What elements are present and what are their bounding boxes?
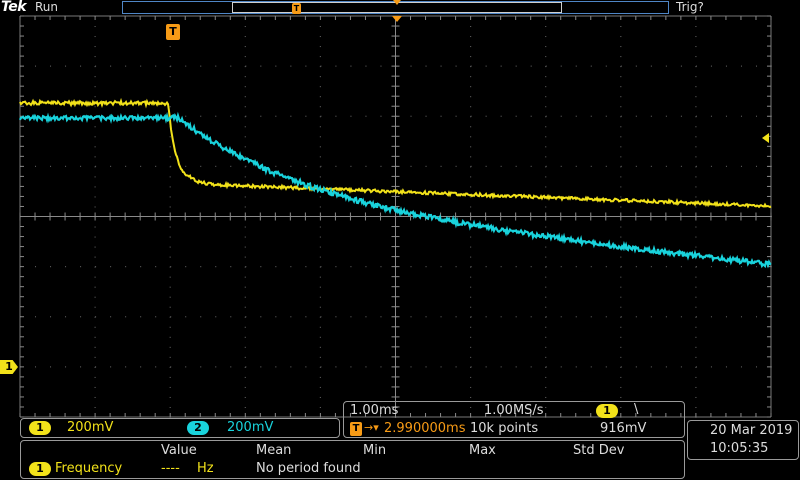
measurement-header-min: Min: [363, 443, 386, 458]
ch2-scale[interactable]: 200mV: [227, 420, 273, 435]
horizontal-trigger-panel[interactable]: 1.00ms 1.00MS/s 1 \ T →▾ 2.990000ms 10k …: [343, 401, 685, 438]
measurement-value: ----: [161, 461, 180, 476]
sample-rate: 1.00MS/s: [484, 403, 544, 418]
time: 10:05:35: [710, 441, 768, 456]
delay-arrow-icon: →▾: [364, 421, 379, 434]
measurement-header-mean: Mean: [256, 443, 291, 458]
measurement-header-value: Value: [161, 443, 197, 458]
trigger-source-badge[interactable]: 1: [596, 404, 618, 418]
horizontal-delay[interactable]: 2.990000ms: [384, 421, 465, 436]
trigger-slope-icon[interactable]: \: [634, 402, 638, 417]
measurement-panel[interactable]: Value Mean Min Max Std Dev 1 Frequency -…: [20, 440, 685, 479]
measurement-unit: Hz: [197, 461, 214, 476]
graticule: [20, 16, 772, 418]
trigger-position-icon[interactable]: T: [166, 24, 180, 40]
ch1-scale[interactable]: 200mV: [67, 420, 113, 435]
trigger-level-icon[interactable]: [762, 133, 769, 143]
ch2-badge[interactable]: 2: [187, 421, 209, 435]
measurement-name[interactable]: Frequency: [55, 461, 122, 476]
channel-scale-panel[interactable]: 1 200mV 2 200mV: [20, 418, 340, 438]
time-per-division[interactable]: 1.00ms: [350, 403, 398, 418]
date: 20 Mar 2019: [710, 423, 792, 438]
measurement-source-badge[interactable]: 1: [29, 462, 51, 476]
ch1-badge[interactable]: 1: [29, 421, 51, 435]
measurement-header-std-dev: Std Dev: [573, 443, 624, 458]
trigger-level[interactable]: 916mV: [600, 421, 646, 436]
expansion-point-icon[interactable]: [392, 16, 402, 22]
measurement-status: No period found: [256, 461, 361, 476]
datetime-panel[interactable]: 20 Mar 2019 10:05:35: [687, 420, 799, 460]
delay-trigger-icon: T: [350, 422, 362, 436]
record-length[interactable]: 10k points: [470, 421, 538, 436]
measurement-header-max: Max: [469, 443, 496, 458]
